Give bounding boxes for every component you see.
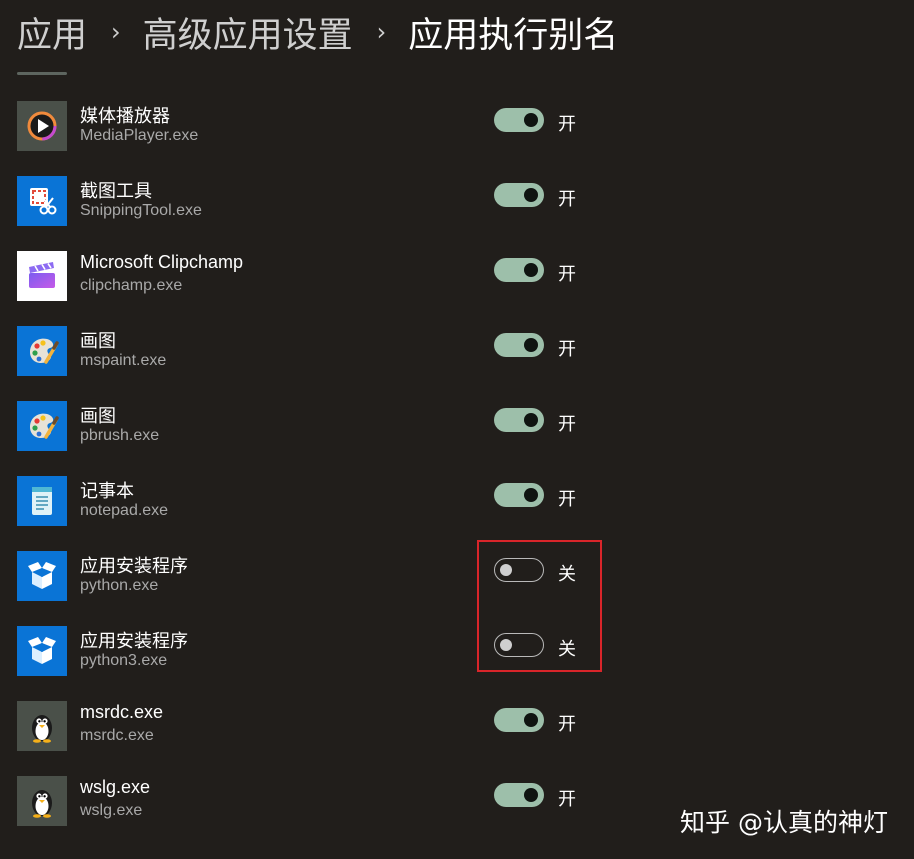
toggle-state-label: 开 — [558, 714, 576, 735]
list-item-python: 应用安装程序 python.exe 关 — [0, 538, 914, 613]
alias-toggle[interactable] — [494, 408, 544, 432]
app-name: Microsoft Clipchamp — [80, 252, 244, 272]
toggle-knob — [524, 113, 538, 127]
alias-toggle[interactable] — [494, 483, 544, 507]
app-exe: pbrush.exe — [80, 427, 160, 444]
paint-icon — [17, 401, 67, 451]
toggle-state-label: 开 — [558, 789, 576, 810]
app-alias-list: 媒体播放器 MediaPlayer.exe 开 截图工具 SnippingToo… — [0, 88, 914, 838]
breadcrumb-advanced-app-settings[interactable]: 高级应用设置 — [143, 7, 353, 58]
app-exe: python3.exe — [80, 652, 168, 669]
toggle-knob — [524, 188, 538, 202]
scroll-indicator — [17, 72, 67, 75]
toggle-state-label: 开 — [558, 414, 576, 435]
toggle-state-label: 开 — [558, 489, 576, 510]
app-name: 记事本 — [80, 481, 134, 501]
breadcrumb: 应用 › 高级应用设置 › 应用执行别名 — [17, 8, 618, 56]
list-item-msrdc: msrdc.exe msrdc.exe 开 — [0, 688, 914, 763]
breadcrumb-apps[interactable]: 应用 — [17, 7, 87, 58]
app-name: 应用安装程序 — [80, 631, 188, 651]
app-name: msrdc.exe — [80, 702, 164, 722]
app-installer-icon — [17, 626, 67, 676]
penguin-icon — [17, 776, 67, 826]
page-title: 应用执行别名 — [408, 15, 619, 56]
list-item-clipchamp: Microsoft Clipchamp clipchamp.exe 开 — [0, 238, 914, 313]
toggle-knob — [524, 338, 538, 352]
app-name: wslg.exe — [80, 777, 151, 797]
list-item-notepad: 记事本 notepad.exe 开 — [0, 463, 914, 538]
snipping-tool-icon — [17, 176, 67, 226]
app-exe: MediaPlayer.exe — [80, 127, 199, 144]
alias-toggle[interactable] — [494, 333, 544, 357]
toggle-knob — [524, 263, 538, 277]
app-installer-icon — [17, 551, 67, 601]
watermark: 知乎 @认真的神灯 — [680, 808, 888, 837]
penguin-icon — [17, 701, 67, 751]
list-item-mediaplayer: 媒体播放器 MediaPlayer.exe 开 — [0, 88, 914, 163]
toggle-state-label: 开 — [558, 339, 576, 360]
app-exe: python.exe — [80, 577, 159, 594]
alias-toggle[interactable] — [494, 783, 544, 807]
toggle-knob — [524, 413, 538, 427]
toggle-knob — [524, 488, 538, 502]
list-item-mspaint: 画图 mspaint.exe 开 — [0, 313, 914, 388]
app-exe: notepad.exe — [80, 502, 169, 519]
app-exe: SnippingTool.exe — [80, 202, 202, 219]
app-exe: msrdc.exe — [80, 727, 154, 744]
alias-toggle[interactable] — [494, 108, 544, 132]
alias-toggle[interactable] — [494, 183, 544, 207]
breadcrumb-separator-icon: › — [376, 18, 387, 46]
list-item-python3: 应用安装程序 python3.exe 关 — [0, 613, 914, 688]
toggle-knob — [524, 788, 538, 802]
media-player-icon — [17, 101, 67, 151]
clipchamp-icon — [17, 251, 67, 301]
list-item-pbrush: 画图 pbrush.exe 开 — [0, 388, 914, 463]
list-item-snippingtool: 截图工具 SnippingTool.exe 开 — [0, 163, 914, 238]
alias-toggle[interactable] — [494, 258, 544, 282]
toggle-state-label: 开 — [558, 264, 576, 285]
toggle-state-label: 开 — [558, 189, 576, 210]
app-name: 画图 — [80, 331, 116, 351]
app-name: 应用安装程序 — [80, 556, 188, 576]
breadcrumb-separator-icon: › — [111, 18, 121, 46]
app-exe: wslg.exe — [80, 802, 143, 819]
notepad-icon — [17, 476, 67, 526]
toggle-state-label: 开 — [558, 114, 576, 135]
highlight-annotation-box — [477, 540, 602, 672]
alias-toggle[interactable] — [494, 708, 544, 732]
app-exe: clipchamp.exe — [80, 277, 183, 294]
paint-icon — [17, 326, 67, 376]
toggle-knob — [524, 713, 538, 727]
app-name: 媒体播放器 — [80, 106, 170, 126]
app-name: 画图 — [80, 406, 116, 426]
app-exe: mspaint.exe — [80, 352, 167, 369]
app-name: 截图工具 — [80, 181, 152, 201]
